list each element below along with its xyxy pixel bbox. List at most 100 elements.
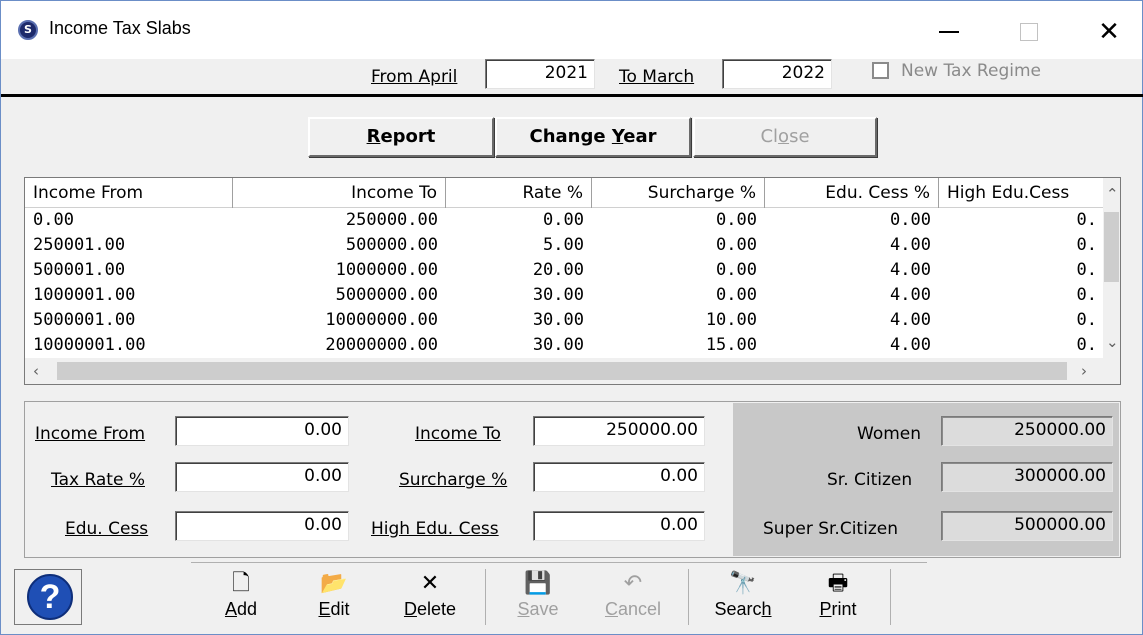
horizontal-scrollbar[interactable]: ‹ › bbox=[25, 358, 1120, 384]
scroll-up-icon[interactable]: ⌃ bbox=[1106, 186, 1119, 202]
table-row[interactable]: 10000001.00 20000000.00 30.00 15.00 4.00 0. bbox=[25, 334, 1105, 356]
scroll-left-icon[interactable]: ‹ bbox=[33, 363, 39, 379]
column-header-edu-cess[interactable]: Edu. Cess % bbox=[765, 178, 939, 208]
edit-button[interactable]: 📂 Edit bbox=[294, 569, 374, 620]
tax-rate-label: Tax Rate % bbox=[51, 470, 145, 490]
table-row[interactable]: 250001.00 500000.00 5.00 0.00 4.00 0. bbox=[25, 234, 1105, 256]
cancel-button[interactable]: ↶ Cancel bbox=[593, 569, 673, 620]
help-button[interactable]: ? bbox=[14, 569, 82, 625]
to-year-input[interactable]: 2022 bbox=[722, 59, 832, 89]
minimize-icon bbox=[939, 30, 959, 33]
delete-button[interactable]: ✕ Delete bbox=[390, 569, 470, 620]
women-exemption-input[interactable]: 250000.00 bbox=[941, 416, 1113, 446]
edit-hotkey: E bbox=[318, 599, 331, 619]
high-edu-cess-input[interactable]: 0.00 bbox=[533, 511, 705, 541]
income-tax-slabs-window: S Income Tax Slabs ✕ From April 2021 To … bbox=[0, 0, 1143, 635]
tax-slab-grid[interactable]: Income From Income To Rate % Surcharge %… bbox=[24, 177, 1121, 385]
surcharge-input[interactable]: 0.00 bbox=[533, 462, 705, 492]
to-march-label: To March bbox=[619, 67, 695, 87]
column-header-surcharge[interactable]: Surcharge % bbox=[592, 178, 765, 208]
title-bar: S Income Tax Slabs ✕ bbox=[1, 1, 1142, 59]
print-hotkey: P bbox=[819, 599, 832, 619]
change-year-label-rest: ear bbox=[623, 126, 657, 147]
table-row[interactable]: 5000001.00 10000000.00 30.00 10.00 4.00 0. bbox=[25, 309, 1105, 331]
table-row[interactable]: 0.00 250000.00 0.00 0.00 0.00 0. bbox=[25, 209, 1105, 231]
from-year-input[interactable]: 2021 bbox=[485, 59, 595, 89]
table-cell: 0.00 bbox=[716, 260, 757, 280]
maximize-button[interactable] bbox=[1006, 11, 1052, 51]
column-header-income-to[interactable]: Income To bbox=[233, 178, 446, 208]
add-button[interactable]: 🗋 Add bbox=[201, 569, 281, 620]
tax-rate-input[interactable]: 0.00 bbox=[175, 462, 349, 492]
toolbar-separator bbox=[485, 569, 486, 625]
new-document-icon: 🗋 bbox=[232, 571, 250, 596]
table-cell: 30.00 bbox=[532, 310, 584, 330]
column-header-rate[interactable]: Rate % bbox=[446, 178, 592, 208]
table-cell: 0. bbox=[1076, 260, 1097, 280]
toolbar-divider bbox=[191, 562, 927, 563]
table-cell: 0.00 bbox=[890, 210, 931, 230]
super-sr-citizen-exemption-input[interactable]: 500000.00 bbox=[941, 511, 1113, 541]
edu-cess-input[interactable]: 0.00 bbox=[175, 511, 349, 541]
table-cell: 0. bbox=[1076, 310, 1097, 330]
binoculars-icon: 🔭 bbox=[729, 571, 757, 596]
table-cell: 0. bbox=[1076, 210, 1097, 230]
table-cell: 0. bbox=[1076, 235, 1097, 255]
print-button[interactable]: 🖶 Print bbox=[798, 569, 878, 620]
scroll-down-icon[interactable]: ⌄ bbox=[1106, 334, 1119, 350]
report-label: eport bbox=[380, 126, 436, 147]
women-label: Women bbox=[857, 424, 922, 444]
delete-label: elete bbox=[416, 599, 457, 619]
vertical-scrollbar[interactable]: ⌃ ⌄ bbox=[1103, 178, 1120, 359]
scroll-right-icon[interactable]: › bbox=[1081, 363, 1087, 379]
table-cell: 4.00 bbox=[890, 335, 931, 355]
change-year-label: Change bbox=[529, 126, 612, 147]
change-year-hotkey: Y bbox=[611, 126, 624, 147]
cancel-hotkey: C bbox=[604, 599, 618, 619]
table-cell: 5000001.00 bbox=[33, 310, 136, 330]
sr-citizen-label: Sr. Citizen bbox=[827, 470, 913, 490]
horizontal-scroll-thumb[interactable] bbox=[57, 362, 1067, 380]
search-button[interactable]: 🔭 Search bbox=[703, 569, 783, 620]
column-header-income-from[interactable]: Income From bbox=[25, 178, 233, 208]
report-button[interactable]: Report bbox=[308, 117, 494, 157]
save-button[interactable]: 💾 Save bbox=[498, 569, 578, 620]
table-cell: 500000.00 bbox=[345, 235, 438, 255]
change-year-button[interactable]: Change Year bbox=[495, 117, 691, 157]
search-hotkey: h bbox=[761, 599, 772, 619]
close-button[interactable]: Close bbox=[693, 117, 877, 157]
vertical-scroll-thumb[interactable] bbox=[1104, 212, 1119, 282]
search-label: Searc bbox=[714, 599, 762, 619]
minimize-button[interactable] bbox=[926, 11, 972, 51]
maximize-icon bbox=[1020, 22, 1038, 41]
close-window-button[interactable]: ✕ bbox=[1086, 11, 1132, 51]
income-to-input[interactable]: 250000.00 bbox=[533, 416, 705, 446]
from-april-label: From April bbox=[371, 67, 458, 87]
new-tax-regime-checkbox[interactable] bbox=[872, 62, 889, 79]
table-cell: 500001.00 bbox=[33, 260, 126, 280]
close-label-rest: se bbox=[789, 126, 810, 147]
grid-body: 0.00 250000.00 0.00 0.00 0.00 0. 250001.00 5000… bbox=[25, 209, 1105, 359]
table-cell: 20.00 bbox=[532, 260, 584, 280]
app-logo-icon: S bbox=[18, 20, 38, 40]
table-cell: 0.00 bbox=[543, 210, 584, 230]
print-label: rint bbox=[831, 599, 857, 619]
column-header-high-edu-cess[interactable]: High Edu.Cess bbox=[939, 178, 1105, 208]
income-from-input[interactable]: 0.00 bbox=[175, 416, 349, 446]
table-cell: 4.00 bbox=[890, 260, 931, 280]
table-cell: 30.00 bbox=[532, 285, 584, 305]
cancel-label: ancel bbox=[617, 599, 662, 619]
high-edu-cess-label: High Edu. Cess bbox=[371, 519, 499, 539]
new-tax-regime-label: New Tax Regime bbox=[901, 61, 1041, 81]
table-cell: 4.00 bbox=[890, 310, 931, 330]
report-hotkey: R bbox=[366, 126, 381, 147]
income-to-label: Income To bbox=[415, 424, 501, 444]
edu-cess-label: Edu. Cess bbox=[65, 519, 149, 539]
table-row[interactable]: 1000001.00 5000000.00 30.00 0.00 4.00 0. bbox=[25, 284, 1105, 306]
add-hotkey: A bbox=[224, 599, 237, 619]
table-row[interactable]: 500001.00 1000000.00 20.00 0.00 4.00 0. bbox=[25, 259, 1105, 281]
table-cell: 5000000.00 bbox=[335, 285, 438, 305]
sr-citizen-exemption-input[interactable]: 300000.00 bbox=[941, 462, 1113, 492]
table-cell: 10.00 bbox=[705, 310, 757, 330]
help-icon: ? bbox=[27, 574, 73, 620]
